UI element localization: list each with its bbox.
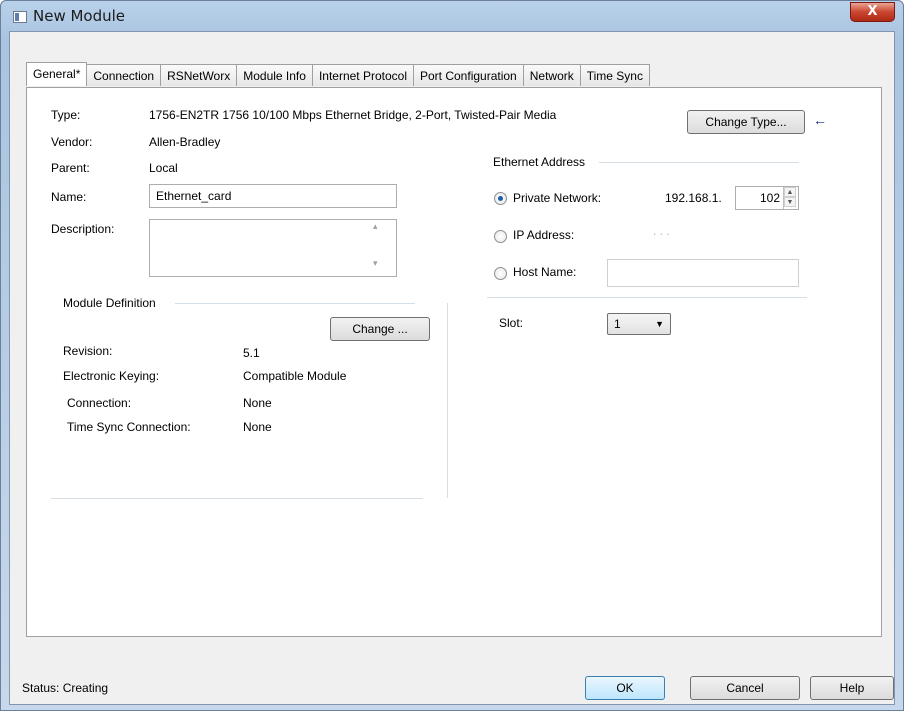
revision-label: Revision: <box>63 344 113 358</box>
chevron-down-icon: ▼ <box>655 319 664 329</box>
type-label: Type: <box>51 108 81 122</box>
tab-rsnetworx[interactable]: RSNetWorx <box>160 64 238 86</box>
host-name-input[interactable] <box>607 259 799 287</box>
type-value: 1756-EN2TR 1756 10/100 Mbps Ethernet Bri… <box>149 108 557 122</box>
host-name-radio[interactable] <box>494 267 507 280</box>
general-tab-panel: Type: 1756-EN2TR 1756 10/100 Mbps Ethern… <box>26 87 882 637</box>
revision-value: 5.1 <box>243 346 260 360</box>
tab-time-sync[interactable]: Time Sync <box>579 64 650 86</box>
ethernet-address-title: Ethernet Address <box>493 155 586 169</box>
vendor-label: Vendor: <box>51 135 93 149</box>
description-label: Description: <box>51 222 115 236</box>
private-network-label: Private Network: <box>513 191 602 205</box>
close-button[interactable]: X <box>850 2 895 22</box>
ip-address-radio[interactable] <box>494 230 507 243</box>
private-network-radio[interactable] <box>494 192 507 205</box>
module-definition-border-bottom <box>51 498 423 499</box>
cancel-button[interactable]: Cancel <box>690 676 800 700</box>
name-label: Name: <box>51 190 87 204</box>
help-button[interactable]: Help <box>810 676 894 700</box>
private-network-prefix: 192.168.1. <box>665 191 722 205</box>
window-title: New Module <box>33 7 126 25</box>
description-scroll-up-icon[interactable]: ▴ <box>373 221 378 232</box>
ethernet-address-border-top <box>599 162 799 163</box>
connection-value: None <box>243 396 272 410</box>
description-scroll-down-icon[interactable]: ▾ <box>373 258 378 269</box>
tab-port-configuration[interactable]: Port Configuration <box>413 64 524 86</box>
spinner-up-icon[interactable]: ▲ <box>784 187 796 197</box>
slot-select[interactable]: 1 ▼ <box>607 313 671 335</box>
slot-select-value: 1 <box>614 317 621 331</box>
host-number-spinner[interactable]: ▲ ▼ <box>783 187 796 209</box>
parent-value: Local <box>149 161 178 175</box>
parent-label: Parent: <box>51 161 90 175</box>
ip-address-field[interactable]: . . . <box>653 224 670 238</box>
module-definition-title: Module Definition <box>63 296 156 310</box>
electronic-keying-value: Compatible Module <box>243 369 347 383</box>
tab-connection[interactable]: Connection <box>86 64 162 86</box>
status-text: Status: Creating <box>22 681 109 695</box>
vendor-value: Allen-Bradley <box>149 135 221 149</box>
description-textarea[interactable] <box>149 219 397 277</box>
window-icon <box>13 11 27 23</box>
electronic-keying-label: Electronic Keying: <box>63 369 160 383</box>
tab-internet-protocol[interactable]: Internet Protocol <box>311 64 414 86</box>
module-definition-border-top <box>175 303 415 304</box>
ok-button[interactable]: OK <box>585 676 665 700</box>
name-input[interactable]: Ethernet_card <box>149 184 397 208</box>
host-name-label: Host Name: <box>513 265 577 279</box>
connection-label: Connection: <box>67 396 132 410</box>
time-sync-connection-value: None <box>243 420 272 434</box>
slot-label: Slot: <box>499 316 524 330</box>
tab-module-info[interactable]: Module Info <box>236 64 313 86</box>
tab-strip: General* Connection RSNetWorx Module Inf… <box>26 62 650 87</box>
ip-address-label: IP Address: <box>513 228 575 242</box>
time-sync-connection-label: Time Sync Connection: <box>67 420 191 434</box>
ethernet-address-border-bottom <box>487 297 807 298</box>
arrow-left-icon: ← <box>813 112 827 128</box>
change-type-button[interactable]: Change Type... <box>687 110 805 134</box>
tab-general[interactable]: General* <box>26 62 88 86</box>
title-bar[interactable]: New Module X <box>1 1 903 31</box>
change-module-definition-button[interactable]: Change ... <box>330 317 430 341</box>
module-definition-border-right <box>447 303 448 498</box>
tab-network[interactable]: Network <box>522 64 581 86</box>
spinner-down-icon[interactable]: ▼ <box>784 197 796 207</box>
